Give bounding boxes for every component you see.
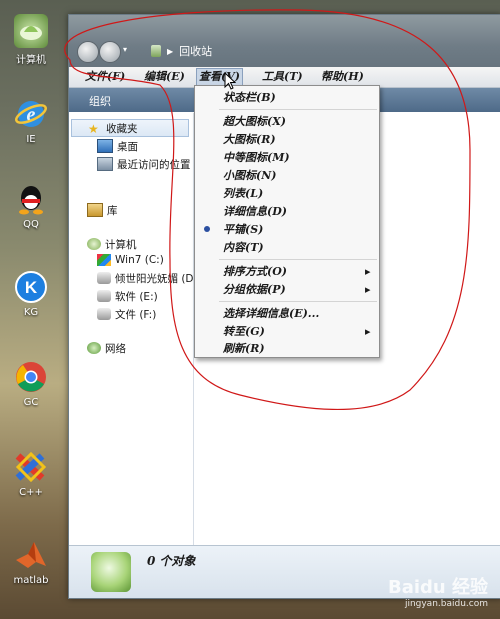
desktop-icon-kg[interactable]: K KG	[0, 270, 62, 318]
menu-edit[interactable]: 编辑(E)	[142, 69, 187, 85]
desktop-icon-label: GC	[23, 397, 39, 408]
desktop-icon-chrome[interactable]: GC	[0, 360, 62, 408]
menu-item-tiles-row[interactable]: 平铺(S)	[195, 221, 379, 238]
svg-text:K: K	[25, 278, 38, 297]
star-icon: ★	[88, 122, 99, 136]
desktop-icon-label: QQ	[23, 219, 39, 230]
menu-file[interactable]: 文件(F)	[83, 69, 127, 85]
navigation-pane: ★ 收藏夹 桌面 最近访问的位置 库 计算机 Win7 (C:) 倾世阳光妩媚 …	[69, 113, 201, 545]
sidebar-item-drive-f[interactable]: 文件 (F:)	[97, 305, 156, 323]
menu-item-sort-by-row[interactable]: 排序方式(O) ▸	[195, 263, 379, 280]
menu-item-status-bar[interactable]: 状态栏(B)	[195, 89, 379, 106]
menu-item-details[interactable]: 详细信息(D)	[195, 203, 379, 220]
sidebar-favorites[interactable]: ★ 收藏夹	[71, 119, 189, 137]
windows-drive-icon	[97, 254, 111, 266]
window-title-bar: ▾ ▶ 回收站	[69, 15, 500, 67]
recycle-bin-large-icon	[91, 552, 131, 592]
recycle-bin-icon	[151, 45, 161, 57]
desktop: 计算机 e IE QQ K KG GC C++ matlab ▾ ▶ 回收站 文…	[0, 0, 500, 619]
menu-separator	[219, 259, 377, 260]
desktop-icon-ie[interactable]: e IE	[0, 97, 62, 145]
recent-places-icon	[97, 157, 113, 171]
drive-icon	[97, 290, 111, 302]
sidebar-item-drive-d[interactable]: 倾世阳光妩媚 (D:)	[97, 269, 201, 287]
menu-item-extra-large-icons[interactable]: 超大图标(X)	[195, 113, 379, 130]
desktop-icon-computer[interactable]: 计算机	[0, 14, 62, 66]
menu-item-group-by: 分组依据(P)	[223, 283, 286, 296]
desktop-folder-icon	[97, 139, 113, 153]
object-count: 0 个对象	[147, 554, 196, 568]
menu-item-medium-icons[interactable]: 中等图标(M)	[195, 149, 379, 166]
menu-item-go-to: 转至(G)	[223, 325, 265, 338]
menu-item-list[interactable]: 列表(L)	[195, 185, 379, 202]
computer-icon	[14, 14, 48, 48]
menu-item-small-icons[interactable]: 小图标(N)	[195, 167, 379, 184]
library-icon	[87, 203, 103, 217]
sidebar-item-network[interactable]: 网络	[87, 339, 126, 357]
sidebar-label: 网络	[105, 342, 126, 355]
sidebar-label: 倾世阳光妩媚 (D:)	[115, 272, 202, 285]
drive-icon	[97, 308, 111, 320]
breadcrumb-arrow-icon: ▶	[167, 46, 174, 56]
menu-item-choose-details[interactable]: 选择详细信息(E)...	[195, 305, 379, 322]
menu-item-content[interactable]: 内容(T)	[195, 239, 379, 256]
sidebar-item-recent[interactable]: 最近访问的位置	[97, 155, 191, 173]
menu-help[interactable]: 帮助(H)	[319, 69, 366, 85]
sidebar-item-drive-e[interactable]: 软件 (E:)	[97, 287, 158, 305]
sidebar-label: 文件 (F:)	[115, 308, 157, 321]
desktop-icon-label: IE	[26, 134, 36, 145]
desktop-icon-label: C++	[19, 487, 43, 498]
watermark-brand: Baidu 经验	[387, 577, 488, 598]
desktop-icon-label: matlab	[13, 575, 49, 586]
desktop-icon-qq[interactable]: QQ	[0, 182, 62, 230]
sidebar-label: 收藏夹	[106, 122, 138, 135]
baidu-watermark: Baidu 经验 jingyan.baidu.com	[388, 573, 488, 609]
qq-icon	[14, 182, 48, 216]
menu-item-go-to-row[interactable]: 转至(G) ▸	[195, 323, 379, 340]
menu-item-refresh[interactable]: 刷新(R)	[195, 340, 379, 357]
menu-item-sort-by: 排序方式(O)	[223, 265, 287, 278]
sidebar-label: Win7 (C:)	[115, 254, 164, 266]
menu-item-large-icons[interactable]: 大图标(R)	[195, 131, 379, 148]
back-button[interactable]	[77, 41, 99, 63]
sidebar-label: 最近访问的位置	[117, 158, 191, 171]
view-menu-dropdown: 状态栏(B) 超大图标(X) 大图标(R) 中等图标(M) 小图标(N) 列表(…	[194, 85, 380, 358]
menu-separator	[219, 109, 377, 110]
menu-separator	[219, 301, 377, 302]
submenu-arrow-icon: ▸	[365, 325, 371, 338]
history-chevron-icon[interactable]: ▾	[123, 45, 127, 54]
desktop-icon-label: 计算机	[16, 55, 46, 66]
sidebar-item-drive-c[interactable]: Win7 (C:)	[97, 251, 164, 269]
ie-icon: e	[14, 97, 48, 131]
submenu-arrow-icon: ▸	[365, 265, 371, 278]
address-bar[interactable]: ▶ 回收站	[151, 41, 212, 61]
mouse-cursor-icon	[224, 72, 236, 90]
desktop-icon-matlab[interactable]: matlab	[0, 538, 62, 586]
drive-icon	[97, 272, 111, 284]
forward-button[interactable]	[99, 41, 121, 63]
watermark-url: jingyan.baidu.com	[404, 599, 488, 609]
cpp-icon	[14, 450, 48, 484]
address-text: 回收站	[179, 45, 213, 58]
desktop-icon-label: KG	[23, 307, 39, 318]
menu-tools[interactable]: 工具(T)	[260, 69, 305, 85]
organize-button[interactable]: 组织	[89, 93, 111, 109]
sidebar-item-desktop[interactable]: 桌面	[97, 137, 138, 155]
sidebar-label: 软件 (E:)	[115, 290, 158, 303]
submenu-arrow-icon: ▸	[365, 283, 371, 296]
menu-item-group-by-row[interactable]: 分组依据(P) ▸	[195, 281, 379, 298]
kugou-icon: K	[14, 270, 48, 304]
sidebar-label: 计算机	[105, 238, 137, 251]
chrome-icon	[14, 360, 48, 394]
sidebar-label: 桌面	[117, 140, 138, 153]
menu-item-tiles: 平铺(S)	[223, 223, 264, 236]
computer-icon	[87, 238, 101, 250]
sidebar-item-library[interactable]: 库	[87, 201, 118, 219]
sidebar-label: 库	[107, 204, 118, 217]
matlab-icon	[14, 538, 48, 572]
desktop-icon-cpp[interactable]: C++	[0, 450, 62, 498]
network-icon	[87, 342, 101, 354]
